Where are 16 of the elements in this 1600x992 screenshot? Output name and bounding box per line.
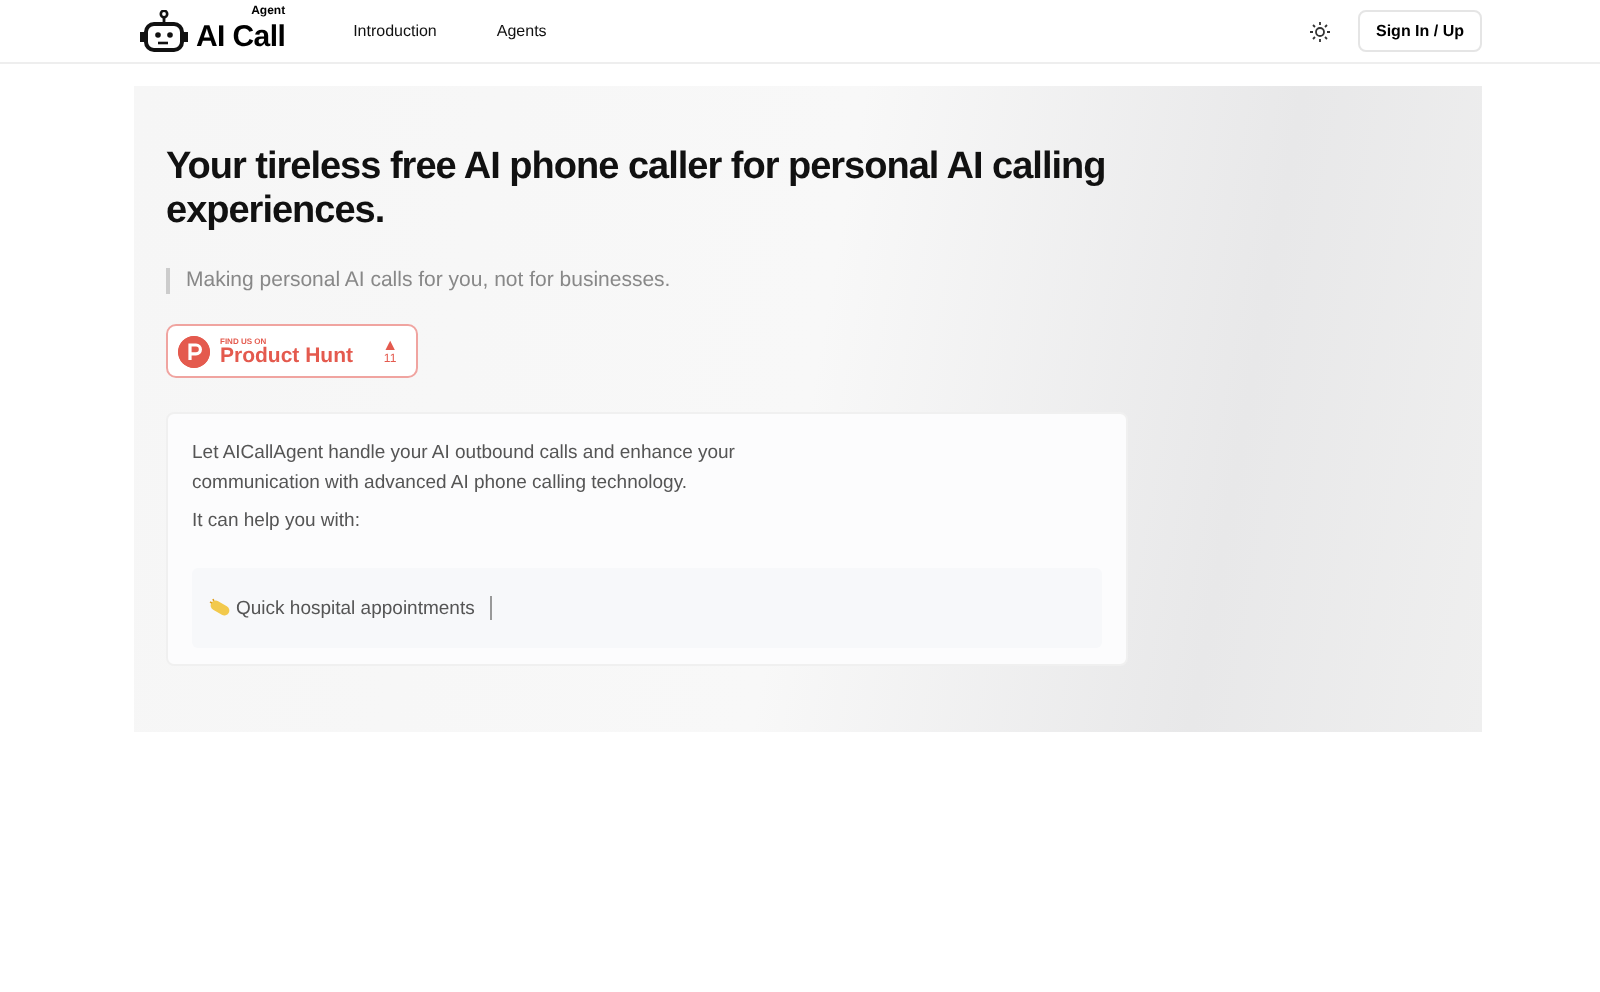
- badge-title: Product Hunt: [220, 345, 355, 367]
- intro-text: Let AICallAgent handle your AI outbound calls and enhance your communication with advanced AI phone calling technology.: [192, 440, 737, 498]
- upvote-icon: ▲: [382, 336, 398, 354]
- tagline: Making personal AI calls for you, not for businesses.: [166, 268, 1450, 294]
- lead-text: It can help you with:: [192, 508, 362, 536]
- sign-in-button[interactable]: Sign In / Up: [1358, 10, 1482, 52]
- logo-text: AI Call: [196, 19, 286, 53]
- product-hunt-logo-icon: [178, 335, 210, 367]
- pill-icon: [208, 598, 230, 618]
- text-cursor: [490, 596, 493, 620]
- robot-icon: [140, 9, 188, 53]
- nav-link[interactable]: Introduction: [353, 22, 437, 40]
- nav-link[interactable]: Agents: [496, 22, 547, 40]
- typing-text: Quick hospital appointments: [236, 597, 475, 619]
- hero-title: Your tireless free AI phone caller for personal AI calling experiences.: [166, 146, 1108, 234]
- sun-icon[interactable]: [1310, 21, 1330, 41]
